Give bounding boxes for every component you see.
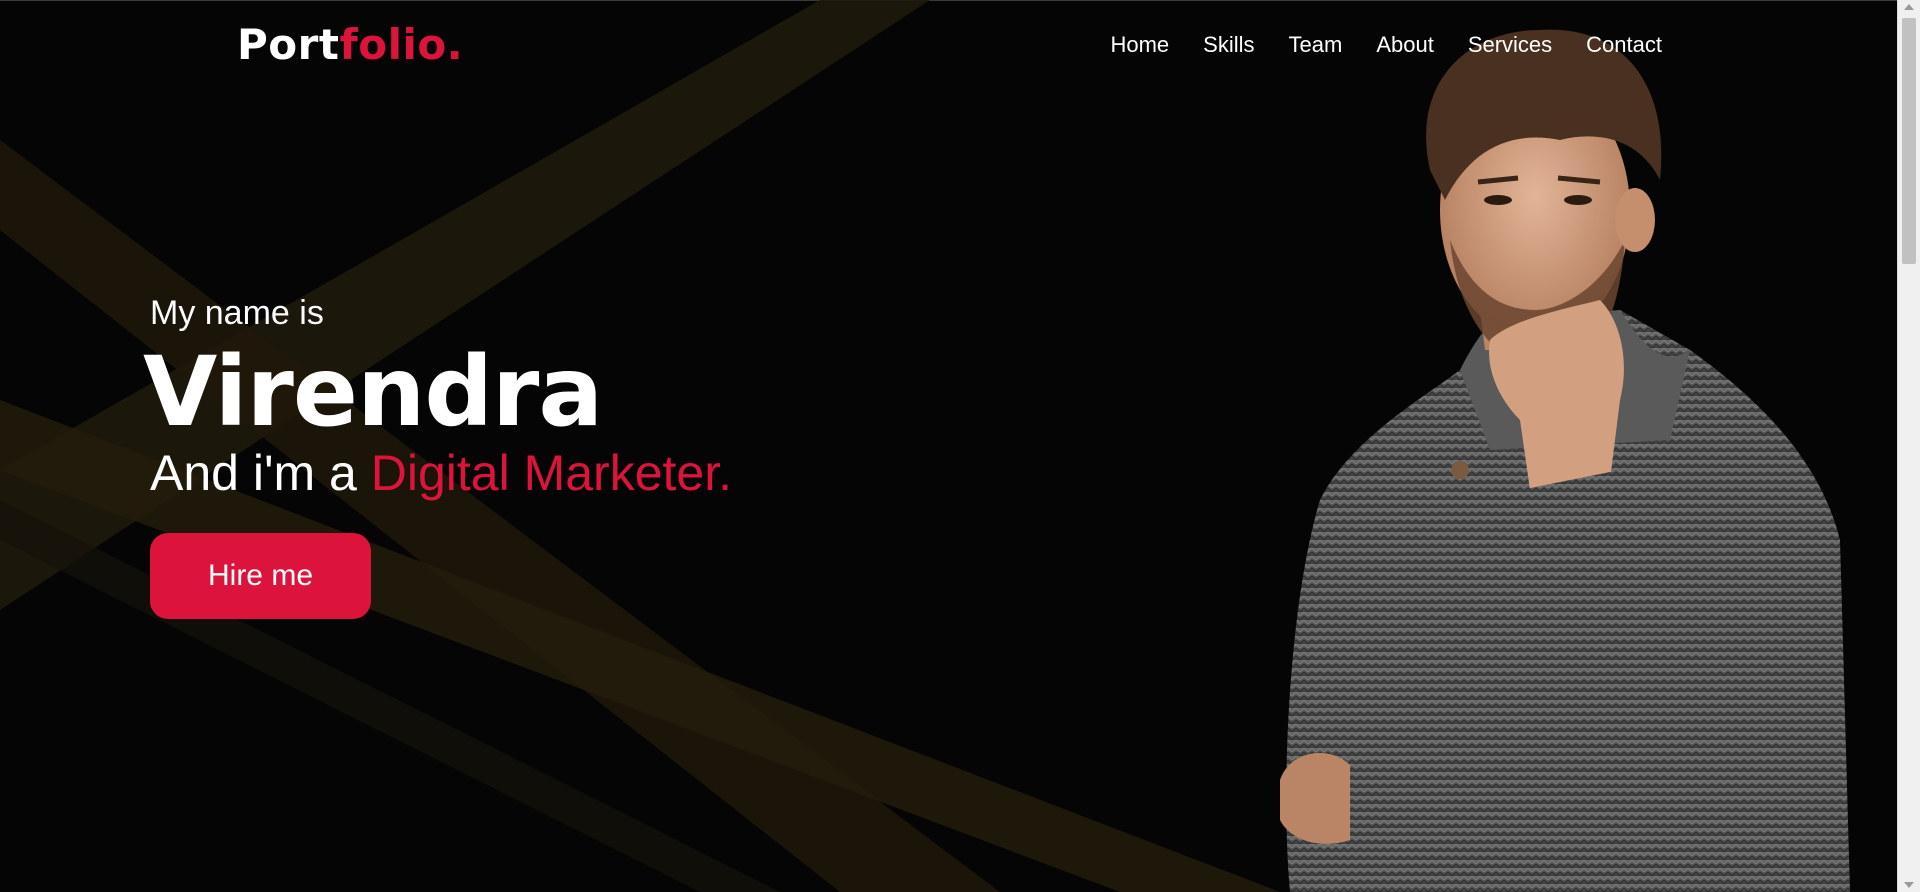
scroll-up-arrow-icon[interactable] (1904, 4, 1914, 10)
hero-role-prefix: And i'm a (150, 445, 371, 501)
hero-intro-text: My name is (150, 294, 324, 332)
nav-link-team[interactable]: Team (1289, 32, 1343, 58)
nav-link-about[interactable]: About (1376, 32, 1434, 58)
scrollbar-thumb[interactable] (1902, 18, 1916, 264)
nav-link-services[interactable]: Services (1468, 32, 1552, 58)
portfolio-page: Portfolio. Home Skills Team About Servic… (0, 0, 1920, 892)
site-logo[interactable]: Portfolio. (237, 20, 463, 69)
hero-name: Virendra (143, 336, 603, 448)
hero-role-highlight: Digital Marketer. (370, 445, 732, 501)
logo-main-text: Port (237, 20, 340, 69)
nav-link-skills[interactable]: Skills (1203, 32, 1254, 58)
nav-link-home[interactable]: Home (1110, 32, 1169, 58)
portrait-photo (1280, 29, 1850, 892)
hire-me-button[interactable]: Hire me (150, 533, 371, 619)
vertical-scrollbar[interactable] (1897, 0, 1920, 892)
nav-link-contact[interactable]: Contact (1586, 32, 1662, 58)
main-navigation: Home Skills Team About Services Contact (1110, 32, 1662, 58)
hero-role-line: And i'm a Digital Marketer. (150, 444, 732, 502)
scroll-down-arrow-icon[interactable] (1904, 882, 1914, 888)
logo-accent-text: folio. (339, 20, 464, 69)
